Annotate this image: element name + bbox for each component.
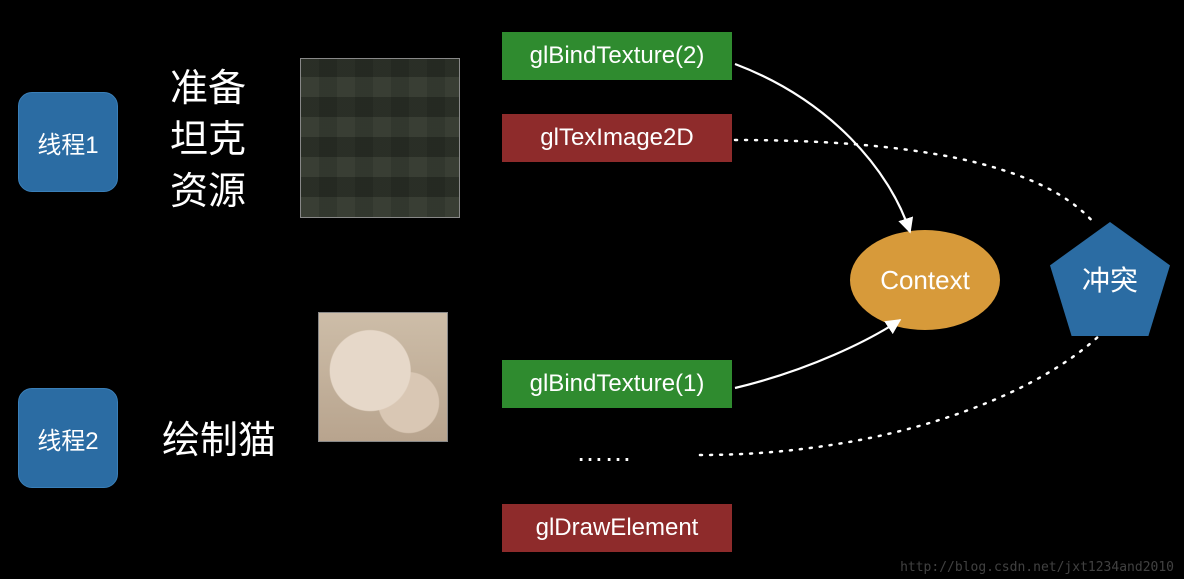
label-draw-cat: 绘制猫: [162, 416, 276, 467]
tank-texture-image: [300, 58, 460, 218]
watermark-text: http://blog.csdn.net/jxt1234and2010: [900, 560, 1174, 575]
gl-bind-texture-1: glBindTexture(1): [502, 360, 732, 408]
gl-tex-image-2d: glTexImage2D: [502, 114, 732, 162]
thread-1-box: 线程1: [18, 92, 118, 192]
conflict-node: 冲突: [1050, 222, 1170, 336]
context-node: Context: [850, 230, 1000, 330]
gl-ellipsis: ……: [576, 436, 632, 468]
gl-bind-texture-2: glBindTexture(2): [502, 32, 732, 80]
label-prepare-tank-resource: 准备 坦克 资源: [170, 64, 246, 218]
cat-texture-image: [318, 312, 448, 442]
gl-draw-element: glDrawElement: [502, 504, 732, 552]
thread-2-box: 线程2: [18, 388, 118, 488]
